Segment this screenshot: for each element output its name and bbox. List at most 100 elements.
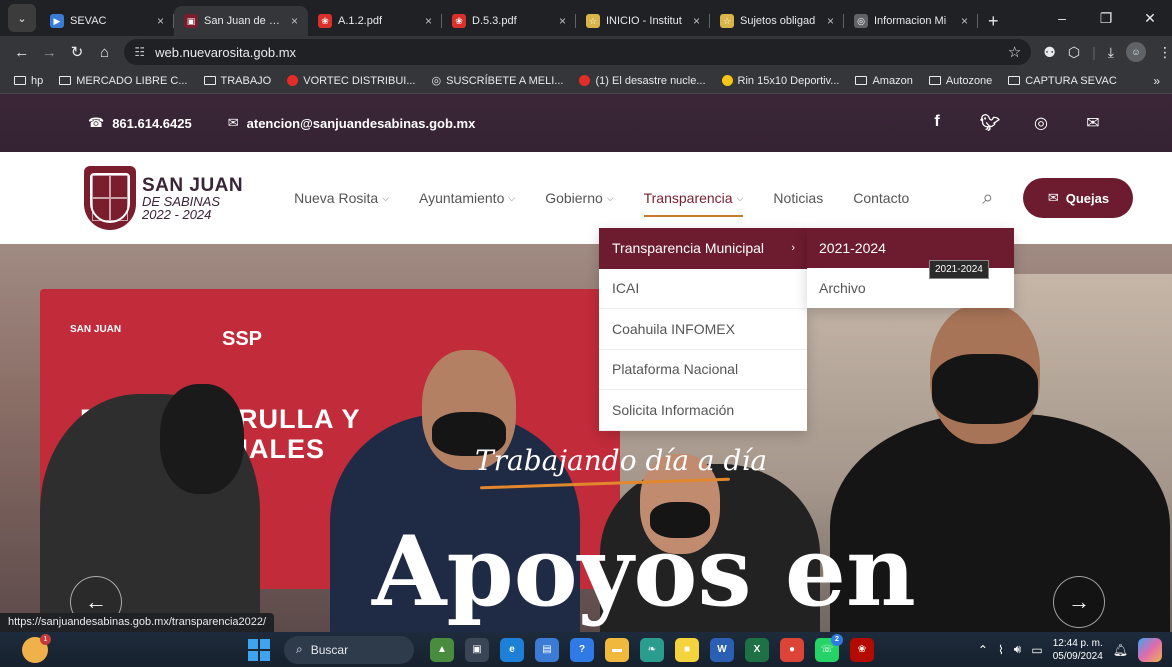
facebook-icon[interactable]: f (928, 113, 946, 133)
app-glyph: ❧ (647, 644, 657, 655)
banner-ssp-text: SSP (222, 328, 263, 350)
close-window-button[interactable]: ✕ (1128, 10, 1172, 27)
browser-tab[interactable]: ☆ INICIO - Institut × (576, 6, 710, 36)
battery-icon[interactable]: ▭ (1031, 643, 1042, 657)
chrome-icon[interactable]: ● (780, 637, 804, 662)
word-icon[interactable]: W (710, 637, 734, 662)
edge-icon[interactable]: e (500, 637, 524, 662)
twitter-icon[interactable]: 🐦︎ (980, 113, 1000, 133)
tab-favicon-icon: ☆ (586, 14, 600, 28)
forward-button[interactable]: → (36, 44, 64, 61)
email-contact[interactable]: ✉ atencion@sanjuandesabinas.gob.mx (228, 115, 476, 131)
landscape-icon[interactable]: ▲ (430, 637, 454, 662)
home-button[interactable]: ⌂ (91, 44, 119, 61)
browser-tab[interactable]: ▣ San Juan de Sab × (174, 6, 308, 36)
acrobat-icon[interactable]: ❀ (850, 637, 874, 662)
bookmark-item[interactable]: Amazon (847, 75, 920, 87)
site-logo[interactable]: SAN JUAN DE SABINAS 2022 - 2024 (84, 166, 243, 230)
extension-icon[interactable]: ⚉ (1043, 44, 1056, 61)
reload-button[interactable]: ↻ (63, 43, 91, 61)
bookmark-item[interactable]: VORTEC DISTRIBUI... (279, 75, 423, 87)
instagram-icon[interactable]: ◎ (1032, 113, 1050, 133)
bookmark-star-icon[interactable]: ☆ (1008, 43, 1021, 61)
app-glyph: ▣ (472, 644, 482, 655)
bookmark-item[interactable]: CAPTURA SEVAC (1000, 75, 1125, 87)
quejas-button[interactable]: ✉ Quejas (1023, 178, 1134, 218)
browser-tab[interactable]: ☆ Sujetos obligad × (710, 6, 844, 36)
slider-next-button[interactable]: → (1053, 576, 1105, 628)
search-icon: ⌕ (296, 642, 303, 656)
copilot-icon[interactable] (1138, 637, 1162, 662)
mail-icon[interactable]: ✉ (1084, 113, 1102, 133)
start-button[interactable] (248, 638, 270, 661)
tab-close-icon[interactable]: × (961, 14, 968, 28)
nav-item-gobierno[interactable]: Gobierno ⌵ (530, 183, 628, 213)
new-tab-button[interactable]: + (978, 11, 1009, 36)
bookmark-item[interactable]: hp (6, 75, 51, 87)
weather-widget-icon[interactable]: 1 (22, 633, 51, 663)
bookmark-item[interactable]: Rin 15x10 Deportiv... (714, 75, 848, 87)
phone-number[interactable]: 861.614.6425 (112, 116, 192, 131)
email-address[interactable]: atencion@sanjuandesabinas.gob.mx (247, 116, 476, 131)
nav-item-ayuntamiento[interactable]: Ayuntamiento ⌵ (404, 183, 530, 213)
phone-contact[interactable]: ☎ 861.614.6425 (88, 115, 192, 131)
dropdown-item[interactable]: Coahuila INFOMEX (599, 309, 807, 350)
nav-item-nueva-rosita[interactable]: Nueva Rosita ⌵ (279, 183, 404, 213)
notification-bell-icon[interactable]: 🔔︎ (1113, 643, 1128, 657)
menu-kebab-icon[interactable]: ⋮ (1158, 44, 1172, 61)
dropdown-item[interactable]: Transparencia Municipal › (599, 228, 807, 269)
helper-icon[interactable]: ? (570, 637, 594, 662)
site-info-icon[interactable]: ☷ (134, 45, 145, 59)
bookmark-item[interactable]: Autozone (921, 75, 1000, 87)
explorer-icon[interactable]: ▬ (605, 637, 629, 662)
nav-item-transparencia[interactable]: Transparencia ⌵ (629, 183, 759, 217)
bookmark-item[interactable]: ◎ SUSCRÍBETE A MELI... (424, 74, 572, 88)
tab-close-icon[interactable]: × (559, 14, 566, 28)
tooltip: 2021-2024 (929, 260, 989, 279)
excel-icon[interactable]: X (745, 637, 769, 662)
browser-tab[interactable]: ◎ Informacion Mi × (844, 6, 978, 36)
url-text[interactable]: web.nuevarosita.gob.mx (155, 45, 296, 60)
whatsapp-icon[interactable]: ☏ 2 (815, 633, 843, 662)
clock[interactable]: 12:44 p. m. 05/09/2024 (1053, 637, 1103, 663)
envelope-icon: ✉ (227, 115, 239, 130)
profile-avatar[interactable]: ☺ (1126, 42, 1146, 62)
browser-tab[interactable]: ❀ A.1.2.pdf × (308, 6, 442, 36)
taskview-icon[interactable]: ▣ (465, 637, 489, 662)
back-button[interactable]: ← (8, 44, 36, 61)
address-bar[interactable]: ☷ web.nuevarosita.gob.mx ☆ (124, 39, 1032, 65)
tab-close-icon[interactable]: × (693, 14, 700, 28)
restore-button[interactable]: ❐ (1084, 10, 1128, 27)
wifi-icon[interactable]: ⌇ (998, 643, 1004, 657)
tab-close-icon[interactable]: × (827, 14, 834, 28)
tab-search-button[interactable]: ⌄ (8, 4, 36, 32)
browser-tab[interactable]: ❀ D.5.3.pdf × (442, 6, 576, 36)
bookmark-item[interactable]: TRABAJO (196, 75, 280, 87)
browser-tab[interactable]: ▶ SEVAC × (40, 6, 174, 36)
tab-close-icon[interactable]: × (425, 14, 432, 28)
browser-tab-bar: ⌄ ▶ SEVAC × ▣ San Juan de Sab × ❀ A.1.2.pdf × ❀ D.… (0, 0, 1172, 36)
clock-time: 12:44 p. m. (1052, 637, 1103, 649)
download-icon[interactable]: ⤓ (1108, 44, 1114, 61)
nav-item-contacto[interactable]: Contacto (838, 183, 924, 213)
extensions-puzzle-icon[interactable]: ⬡ (1068, 44, 1080, 61)
volume-icon[interactable]: 🔊︎ (1014, 642, 1022, 657)
taskbar-search[interactable]: ⌕ Buscar (284, 635, 414, 664)
tab-close-icon[interactable]: × (157, 14, 164, 28)
dropdown-item[interactable]: ICAI (599, 269, 807, 309)
bookmark-item[interactable]: (1) El desastre nucle... (571, 75, 713, 87)
sticky-icon[interactable]: ■ (675, 637, 699, 662)
bookmark-item[interactable]: MERCADO LIBRE C... (51, 75, 195, 87)
bookmarks-overflow-button[interactable]: » (1153, 74, 1172, 88)
dropdown-item[interactable]: Plataforma Nacional (599, 350, 807, 390)
tab-close-icon[interactable]: × (291, 14, 298, 28)
dropdown-item[interactable]: Solicita Información (599, 390, 807, 431)
site-icon (721, 75, 733, 86)
store-icon[interactable]: ▤ (535, 637, 559, 662)
dropdown-item-label: Solicita Información (612, 401, 735, 418)
nav-item-noticias[interactable]: Noticias (758, 183, 838, 213)
tray-overflow-icon[interactable]: ⌃ (978, 643, 988, 657)
search-icon[interactable]: ⌕ (982, 187, 993, 210)
minimize-button[interactable]: – (1040, 10, 1084, 26)
feather-icon[interactable]: ❧ (640, 637, 664, 662)
